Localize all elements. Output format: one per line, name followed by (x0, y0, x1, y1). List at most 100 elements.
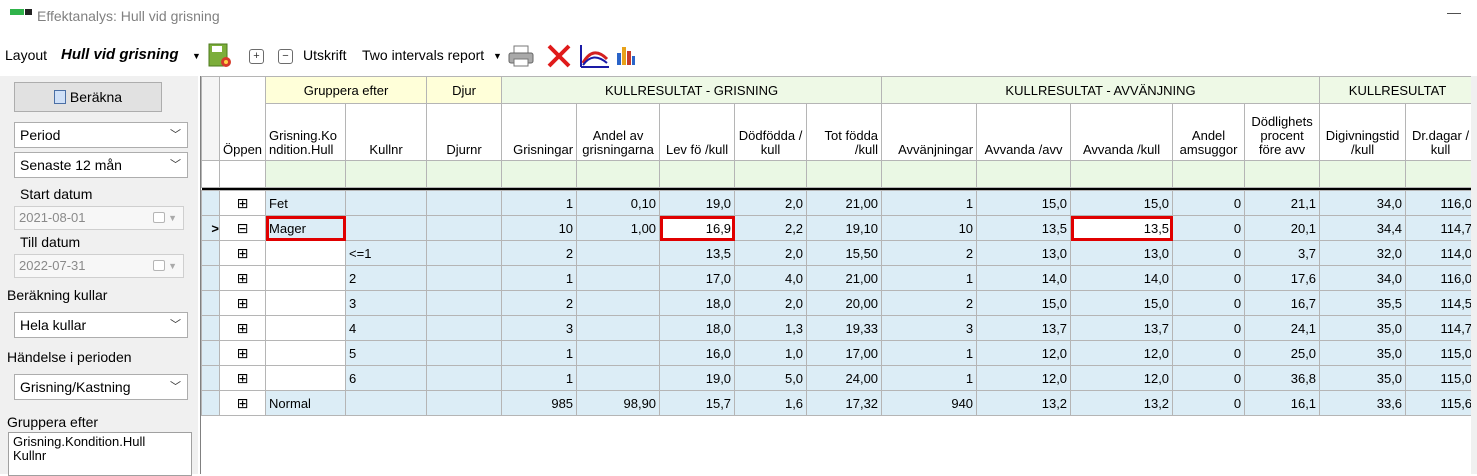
column-header-totfodda[interactable]: Tot födda /kull (806, 103, 883, 161)
cell-grisn[interactable]: 985 (501, 390, 578, 416)
cell-doproc[interactable]: 16,7 (1244, 290, 1321, 316)
expand-row-icon[interactable]: ⊞ (218, 390, 267, 416)
delete-icon[interactable] (545, 42, 573, 70)
cell-grisn[interactable]: 1 (501, 190, 578, 216)
period-select[interactable]: Period ﹀ (14, 122, 188, 148)
cell-doproc[interactable]: 25,0 (1244, 340, 1321, 366)
filter-cell[interactable] (1172, 160, 1246, 188)
column-header-avvanda-kull[interactable]: Avvanda /kull (1070, 103, 1174, 161)
cell-avvkull[interactable]: 12,0 (1070, 340, 1174, 366)
cell-kullnr[interactable] (345, 390, 428, 416)
table-row[interactable]: > ⊟ Mager 10 1,00 16,9 2,2 19,10 10 13,5 13,5 0 20,1… (201, 215, 1477, 241)
cell-condition[interactable] (265, 315, 347, 341)
row-selector[interactable] (201, 290, 220, 316)
cell-digiv[interactable]: 35,0 (1319, 315, 1407, 341)
table-row[interactable]: ⊞ 6 1 19,0 5,0 24,00 1 12,0 12,0 0 36,8 35,0 115,0 (201, 365, 1477, 391)
column-header-djurnr[interactable]: Djurnr (426, 103, 503, 161)
cell-dod[interactable]: 2,0 (734, 190, 808, 216)
range-select[interactable]: Senaste 12 mån ﹀ (14, 152, 188, 178)
cell-levfo[interactable]: 18,0 (659, 315, 736, 341)
cell-ams[interactable]: 0 (1172, 265, 1246, 291)
collapse-row-icon[interactable]: ⊟ (218, 215, 267, 241)
cell-avvavv[interactable]: 12,0 (976, 340, 1072, 366)
cell-andel[interactable] (576, 290, 661, 316)
column-header-condition[interactable]: Grisning.Kondition.Hull (265, 103, 347, 161)
group-by-list[interactable]: Grisning.Kondition.Hull Kullnr (8, 432, 192, 476)
cell-avvavv[interactable]: 15,0 (976, 190, 1072, 216)
cell-avv[interactable]: 3 (881, 315, 978, 341)
cell-avv[interactable]: 2 (881, 240, 978, 266)
cell-digiv[interactable]: 34,4 (1319, 215, 1407, 241)
cell-avvkull[interactable]: 13,7 (1070, 315, 1174, 341)
filter-cell[interactable] (881, 160, 978, 188)
column-header-open[interactable]: Öppen (218, 76, 267, 161)
cell-andel[interactable] (576, 340, 661, 366)
cell-dod[interactable]: 2,0 (734, 290, 808, 316)
cell-doproc[interactable]: 20,1 (1244, 215, 1321, 241)
cell-andel[interactable]: 0,10 (576, 190, 661, 216)
cell-kullnr[interactable]: 6 (345, 365, 428, 391)
cell-avv[interactable]: 940 (881, 390, 978, 416)
column-header-amsuggor[interactable]: Andel amsuggor (1172, 103, 1246, 161)
column-header-avvanjningar[interactable]: Avvänjningar (881, 103, 978, 161)
start-date-field[interactable]: 2021-08-01 ▼ (14, 206, 184, 230)
cell-tot[interactable]: 24,00 (806, 365, 883, 391)
column-header-dodfodda[interactable]: Dödfödda / kull (734, 103, 808, 161)
filter-cell[interactable] (1244, 160, 1321, 188)
row-selector[interactable] (201, 190, 220, 216)
cell-djurnr[interactable] (426, 215, 503, 241)
column-header-levfo[interactable]: Lev fö /kull (659, 103, 736, 161)
cell-avvavv[interactable]: 13,2 (976, 390, 1072, 416)
cell-tot[interactable]: 17,32 (806, 390, 883, 416)
cell-levfo[interactable]: 18,0 (659, 290, 736, 316)
list-item[interactable]: Kullnr (13, 449, 187, 463)
cell-avvavv[interactable]: 13,7 (976, 315, 1072, 341)
cell-condition[interactable] (265, 290, 347, 316)
cell-ams[interactable]: 0 (1172, 290, 1246, 316)
cell-dod[interactable]: 1,0 (734, 340, 808, 366)
cell-tot[interactable]: 19,33 (806, 315, 883, 341)
cell-condition[interactable] (265, 240, 347, 266)
filter-cell[interactable] (734, 160, 808, 188)
cell-levfo[interactable]: 15,7 (659, 390, 736, 416)
cell-djurnr[interactable] (426, 315, 503, 341)
cell-tot[interactable]: 17,00 (806, 340, 883, 366)
cell-dod[interactable]: 2,0 (734, 240, 808, 266)
table-row[interactable]: ⊞ <=1 2 13,5 2,0 15,50 2 13,0 13,0 0 3,7 32,0 114,0 (201, 240, 1477, 266)
expand-row-icon[interactable]: ⊞ (218, 315, 267, 341)
cell-levfo[interactable]: 19,0 (659, 190, 736, 216)
cell-dod[interactable]: 2,2 (734, 215, 808, 241)
cell-drd[interactable]: 115,6 (1405, 390, 1477, 416)
cell-kullnr[interactable]: <=1 (345, 240, 428, 266)
cell-condition[interactable] (265, 340, 347, 366)
cell-andel[interactable] (576, 365, 661, 391)
end-date-field[interactable]: 2022-07-31 ▼ (14, 254, 184, 278)
column-header-drdagar[interactable]: Dr.dagar / kull (1405, 103, 1477, 161)
filter-cell[interactable] (501, 160, 578, 188)
cell-avvavv[interactable]: 14,0 (976, 265, 1072, 291)
cell-drd[interactable]: 116,0 (1405, 190, 1477, 216)
cell-grisn[interactable]: 3 (501, 315, 578, 341)
save-layout-icon[interactable] (207, 42, 233, 68)
column-header-avvanda-avv[interactable]: Avvanda /avv (976, 103, 1072, 161)
cell-digiv[interactable]: 34,0 (1319, 265, 1407, 291)
cell-condition[interactable]: Fet (265, 190, 347, 216)
cell-andel[interactable] (576, 265, 661, 291)
cell-tot[interactable]: 19,10 (806, 215, 883, 241)
cell-avv[interactable]: 2 (881, 290, 978, 316)
cell-andel[interactable] (576, 240, 661, 266)
cell-avv[interactable]: 1 (881, 365, 978, 391)
cell-djurnr[interactable] (426, 340, 503, 366)
grid-corner[interactable] (201, 76, 220, 161)
cell-kullnr[interactable] (345, 190, 428, 216)
report-select[interactable]: Two intervals report (362, 47, 484, 63)
cell-condition[interactable] (265, 365, 347, 391)
cell-andel[interactable]: 98,90 (576, 390, 661, 416)
cell-digiv[interactable]: 32,0 (1319, 240, 1407, 266)
column-header-grisningar[interactable]: Grisningar (501, 103, 578, 161)
cell-drd[interactable]: 114,7 (1405, 315, 1477, 341)
curve-chart-icon[interactable] (579, 43, 611, 69)
cell-avvavv[interactable]: 12,0 (976, 365, 1072, 391)
cell-andel[interactable] (576, 315, 661, 341)
cell-avvavv[interactable]: 13,0 (976, 240, 1072, 266)
